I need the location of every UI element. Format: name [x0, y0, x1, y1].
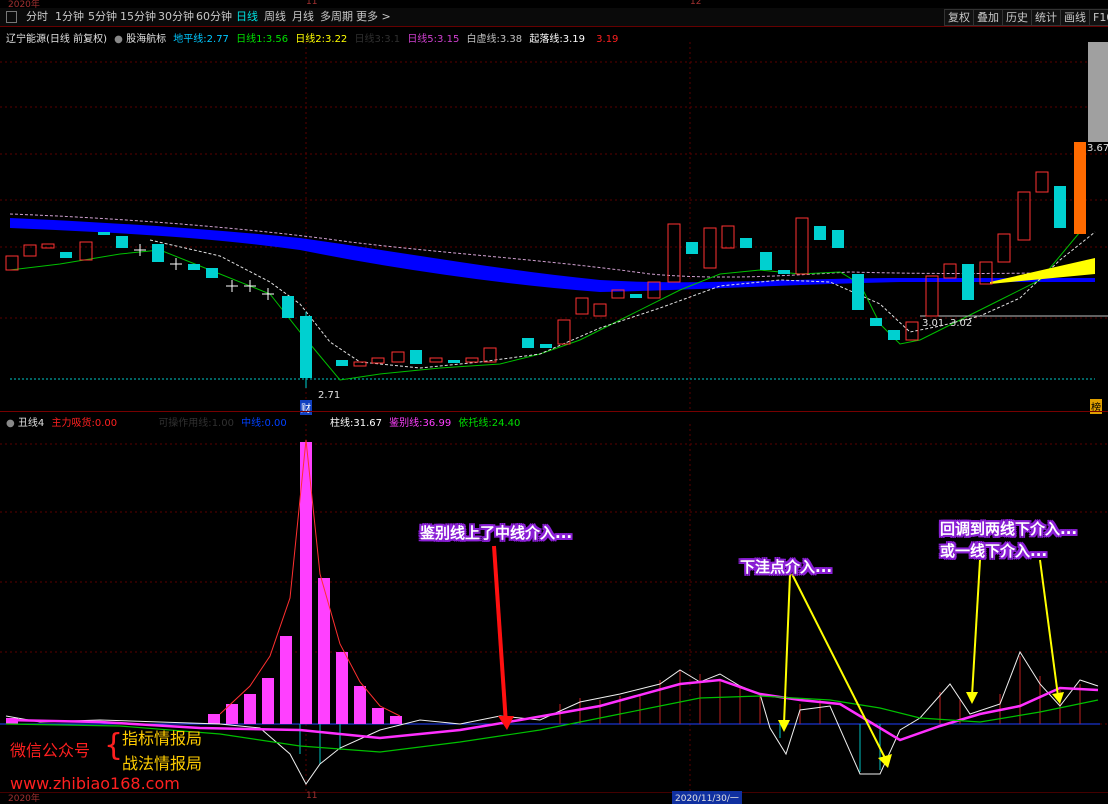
volume-bars: [6, 442, 402, 724]
period-tab-8[interactable]: 月线: [292, 10, 314, 24]
sidebar-toggle-icon[interactable]: [6, 11, 17, 23]
period-tab-4[interactable]: 30分钟: [158, 10, 194, 24]
support-label-2: 3.02: [950, 318, 973, 329]
history-button[interactable]: 历史: [1002, 9, 1032, 26]
period-tab-0[interactable]: 分时: [26, 10, 48, 24]
period-tab-9[interactable]: 多周期: [320, 10, 353, 24]
month-label-top: 11: [306, 0, 318, 7]
year-label-bottom: 2020年: [8, 794, 40, 804]
watermark-label: 微信公众号: [10, 741, 91, 760]
annotation-2: 下洼点介入...: [740, 558, 833, 576]
overlay-button[interactable]: 叠加: [973, 9, 1003, 26]
cursor-date-label: 2020/11/30/一: [672, 791, 742, 804]
watermark-line-2: 战法情报局: [122, 754, 203, 773]
watermark-brace: {: [104, 728, 124, 763]
low-price-label: 2.71: [318, 390, 341, 401]
support-label-1: 3.01: [922, 318, 945, 329]
period-tab-3[interactable]: 15分钟: [120, 10, 156, 24]
period-tab-10[interactable]: 更多 >: [356, 10, 391, 24]
draw-button[interactable]: 画线: [1060, 9, 1090, 26]
annotation-3: 回调到两线下介入...: [940, 520, 1078, 538]
annotation-1: 鉴别线上了中线介入...: [420, 524, 573, 542]
pane-divider[interactable]: [0, 411, 1108, 412]
period-toolbar: 分时 1分钟 5分钟 15分钟 30分钟 60分钟 日线 周线 月线 多周期 更…: [0, 8, 1108, 27]
fuquan-button[interactable]: 复权: [944, 9, 974, 26]
candlestick-chart[interactable]: [0, 42, 1108, 412]
month-label-top-2: 12: [690, 0, 702, 7]
current-candle: [1074, 142, 1086, 234]
cai-badge[interactable]: 财: [300, 400, 312, 415]
annotation-4: 或一线下介入...: [940, 542, 1048, 560]
period-tab-5[interactable]: 60分钟: [196, 10, 232, 24]
period-tab-6[interactable]: 日线: [236, 10, 258, 24]
period-tab-7[interactable]: 周线: [264, 10, 286, 24]
period-tab-1[interactable]: 1分钟: [55, 10, 84, 24]
watermark-line-1: 指标情报局: [122, 729, 203, 748]
high-price-label: 3.67: [1087, 143, 1108, 154]
period-tab-2[interactable]: 5分钟: [88, 10, 117, 24]
f10-button[interactable]: F10: [1089, 9, 1108, 26]
stats-button[interactable]: 统计: [1031, 9, 1061, 26]
